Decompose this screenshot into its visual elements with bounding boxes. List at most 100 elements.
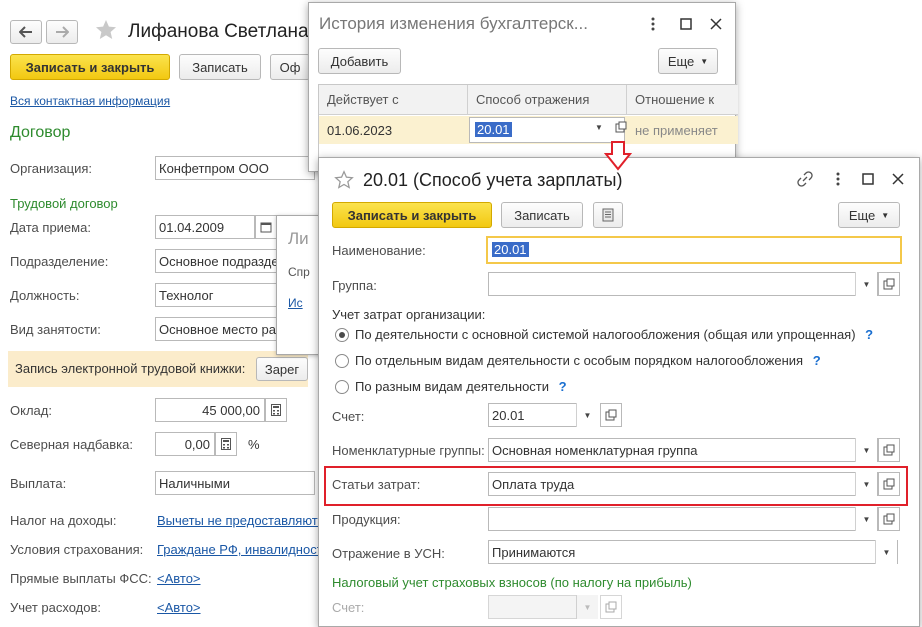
name-value[interactable]: 20.01	[492, 242, 529, 257]
fss-link[interactable]: <Авто>	[157, 571, 201, 586]
nomgroup-dropdown-icon[interactable]: ▼	[855, 438, 877, 462]
page-title: Лифанова Светлана	[128, 21, 309, 42]
usn-field[interactable]: Принимаются	[488, 540, 898, 564]
col-header-relation[interactable]: Отношение к	[635, 92, 714, 107]
method-window-title: 20.01 (Способ учета зарплаты)	[363, 170, 623, 190]
method-menu-icon[interactable]	[829, 170, 847, 188]
income-tax-link[interactable]: Вычеты не предоставляютс	[157, 513, 324, 528]
method-save-button[interactable]: Записать	[501, 202, 583, 228]
section-contract-title: Договор	[10, 124, 71, 141]
forward-button[interactable]	[46, 20, 78, 44]
col-header-method[interactable]: Способ отражения	[476, 92, 589, 107]
row-method-open-icon[interactable]	[615, 121, 627, 136]
position-field[interactable]: Технолог	[155, 283, 277, 307]
percent-unit: %	[248, 437, 260, 452]
department-label: Подразделение:	[10, 254, 109, 269]
history-add-button[interactable]: Добавить	[318, 48, 401, 74]
red-down-arrow-icon	[603, 141, 633, 174]
open-icon	[883, 278, 895, 290]
method-maximize-icon[interactable]	[859, 170, 877, 188]
open-icon	[605, 409, 617, 421]
help-icon[interactable]: ?	[813, 353, 821, 368]
history-close-icon[interactable]	[707, 15, 725, 33]
office-button[interactable]: Оф	[270, 54, 310, 80]
small-popup-link[interactable]: Ис	[288, 296, 303, 310]
salary-label: Оклад:	[10, 403, 52, 418]
group-dropdown-icon[interactable]: ▼	[855, 272, 877, 296]
small-popup-title: Ли	[288, 229, 309, 248]
history-maximize-icon[interactable]	[677, 15, 695, 33]
chevron-down-icon: ▼	[700, 56, 709, 66]
radio-various-label[interactable]: По разным видам деятельности ?	[355, 379, 567, 394]
save-button[interactable]: Записать	[179, 54, 261, 80]
calculator-icon	[221, 438, 231, 450]
department-field[interactable]: Основное подразде	[155, 249, 277, 273]
radio-special-tax[interactable]	[335, 354, 349, 368]
history-more-label: Еще	[667, 53, 695, 69]
employment-type-field[interactable]: Основное место ра	[155, 317, 277, 341]
insurance-link[interactable]: Граждане РФ, инвалидност	[157, 542, 323, 557]
expenses-link[interactable]: <Авто>	[157, 600, 201, 615]
ewb-register-button[interactable]: Зарег	[256, 357, 308, 381]
help-icon[interactable]: ?	[559, 379, 567, 394]
group-open-button[interactable]	[878, 272, 900, 296]
tax-account-open-button[interactable]	[600, 595, 622, 619]
save-and-close-button[interactable]: Записать и закрыть	[10, 54, 170, 80]
org-field[interactable]: Конфетпром ООО	[155, 156, 315, 180]
usn-label: Отражение в УСН:	[332, 546, 445, 561]
salary-field[interactable]: 45 000,00	[155, 398, 265, 422]
method-close-icon[interactable]	[889, 170, 907, 188]
product-dropdown-icon[interactable]: ▼	[855, 507, 877, 531]
name-field[interactable]: 20.01	[486, 236, 902, 264]
help-icon[interactable]: ?	[865, 327, 873, 342]
name-label: Наименование:	[332, 243, 426, 258]
back-button[interactable]	[10, 20, 42, 44]
history-more-button[interactable]: Еще ▼	[658, 48, 718, 74]
insurance-label: Условия страхования:	[10, 542, 144, 557]
north-calculator-button[interactable]	[215, 432, 237, 456]
row-method-dropdown-icon[interactable]: ▼	[595, 123, 603, 132]
tax-accounting-header: Налоговый учет страховых взносов (по нал…	[332, 575, 692, 590]
radio-main-tax-label[interactable]: По деятельности с основной системой нало…	[355, 327, 873, 342]
cost-item-open-button[interactable]	[878, 472, 900, 496]
open-icon	[605, 601, 617, 613]
calculator-button[interactable]	[265, 398, 287, 422]
payment-field[interactable]: Наличными	[155, 471, 315, 495]
radio-various-text: По разным видам деятельности	[355, 379, 550, 394]
col-header-date[interactable]: Действует с	[327, 92, 399, 107]
history-menu-icon[interactable]	[644, 15, 662, 33]
method-more-button[interactable]: Еще ▼	[838, 202, 900, 228]
group-field[interactable]	[488, 272, 878, 296]
cost-item-field[interactable]: Оплата труда	[488, 472, 878, 496]
radio-various[interactable]	[335, 380, 349, 394]
account-dropdown-icon[interactable]: ▼	[576, 403, 598, 427]
radio-special-tax-label[interactable]: По отдельным видам деятельности с особым…	[355, 353, 821, 368]
link-icon[interactable]	[796, 170, 814, 188]
account-open-button[interactable]	[600, 403, 622, 427]
col-divider	[626, 85, 627, 115]
usn-dropdown-icon[interactable]: ▼	[875, 540, 897, 564]
contact-info-link[interactable]: Вся контактная информация	[10, 94, 170, 108]
tax-account-dropdown-icon[interactable]: ▼	[576, 595, 598, 619]
product-open-button[interactable]	[878, 507, 900, 531]
method-save-close-button[interactable]: Записать и закрыть	[332, 202, 492, 228]
north-bonus-field[interactable]: 0,00	[155, 432, 215, 456]
nomgroup-open-button[interactable]	[878, 438, 900, 462]
row-method-value[interactable]: 20.01	[475, 122, 512, 137]
row-relation[interactable]: не применяет	[635, 123, 718, 138]
hire-date-label: Дата приема:	[10, 220, 91, 235]
row-date[interactable]: 01.06.2023	[327, 123, 392, 138]
method-favorite-star-icon[interactable]	[334, 170, 354, 193]
tax-account-label: Счет:	[332, 600, 365, 615]
calendar-button[interactable]	[255, 215, 277, 239]
product-field[interactable]	[488, 507, 878, 531]
employment-type-label: Вид занятости:	[10, 322, 101, 337]
north-bonus-label: Северная надбавка:	[10, 437, 133, 452]
cost-item-dropdown-icon[interactable]: ▼	[855, 472, 877, 496]
radio-main-tax[interactable]	[335, 328, 349, 342]
hire-date-field[interactable]: 01.04.2009	[155, 215, 255, 239]
favorite-star-icon[interactable]	[94, 18, 118, 42]
nomgroup-field[interactable]: Основная номенклатурная группа	[488, 438, 878, 462]
method-more-label: Еще	[848, 207, 876, 223]
method-report-button[interactable]	[593, 202, 623, 228]
